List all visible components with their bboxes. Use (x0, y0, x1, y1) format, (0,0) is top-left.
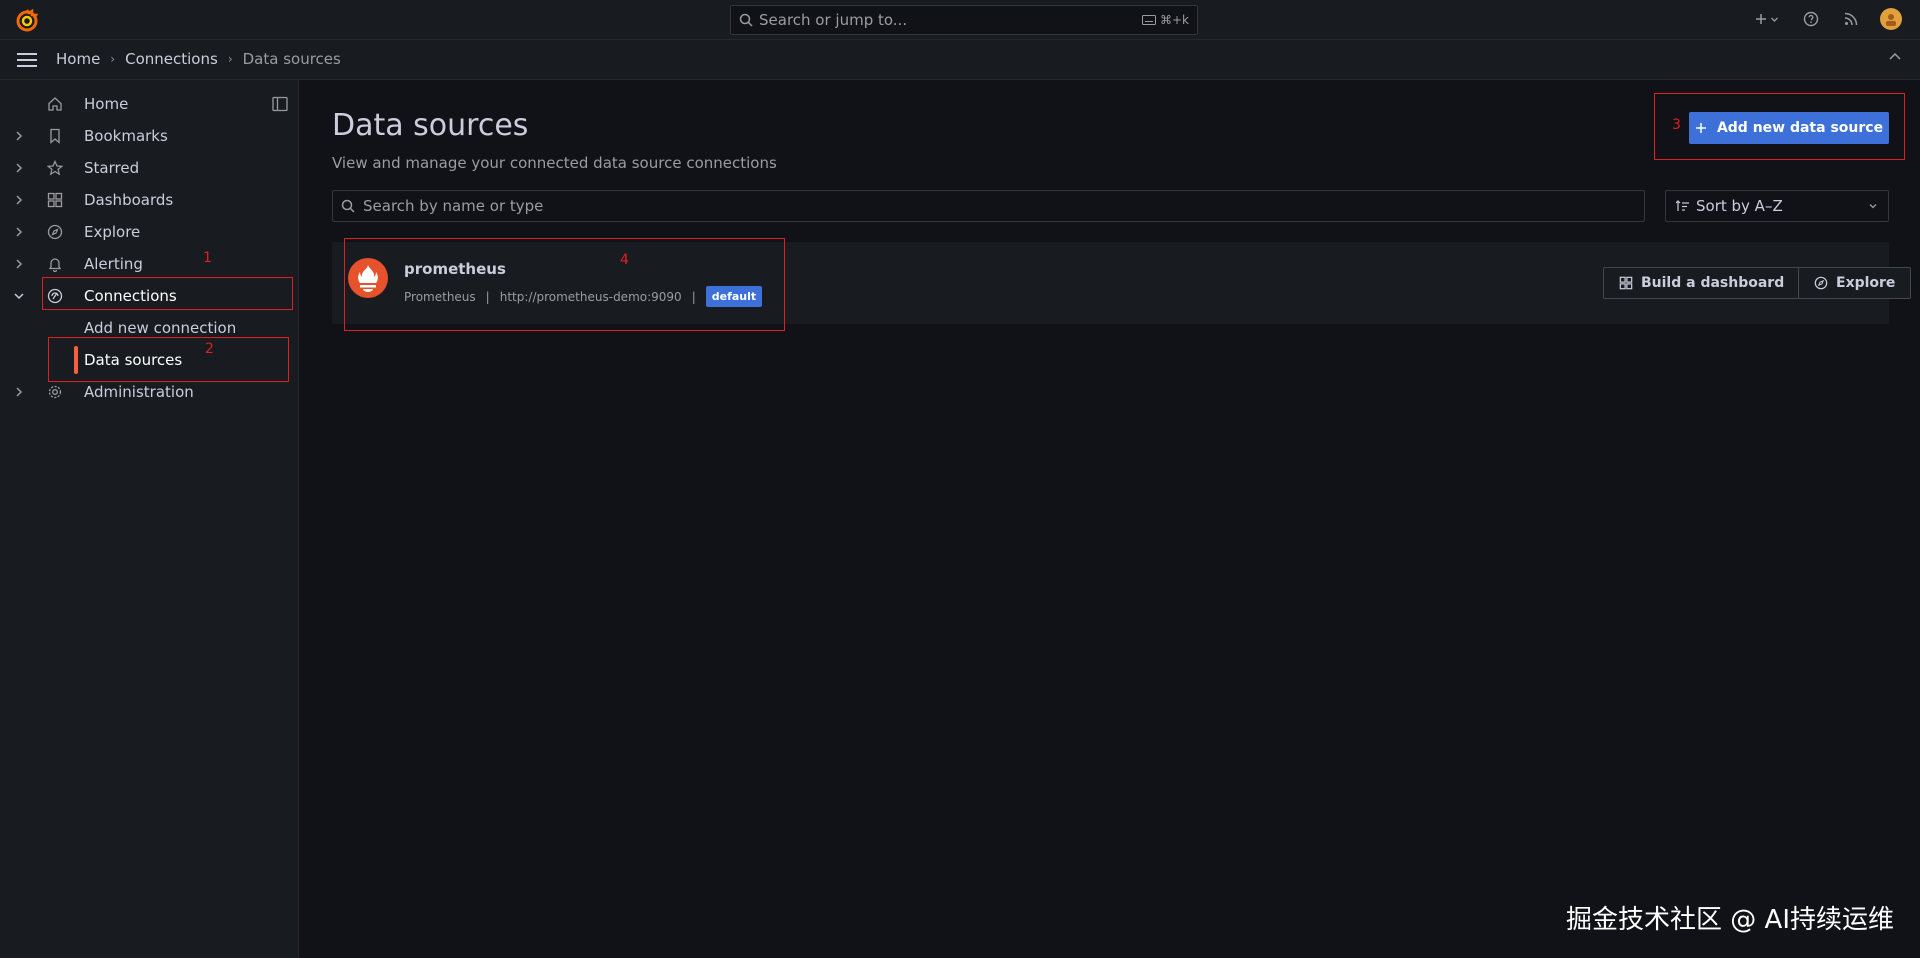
annotation-box-4 (344, 238, 785, 331)
menu-icon[interactable] (16, 51, 38, 69)
watermark-text: 掘金技术社区 @ AI持续运维 (1566, 905, 1894, 935)
news-button[interactable] (1840, 8, 1862, 30)
chevron-right-icon[interactable] (13, 226, 25, 238)
keyboard-shortcut: ⌘+k (1141, 13, 1189, 27)
plus-icon (1695, 123, 1706, 133)
add-button-label: Add new data source (1716, 120, 1884, 136)
breadcrumb-connections[interactable]: Connections (125, 50, 218, 68)
sort-select[interactable]: Sort by A–Z (1665, 190, 1889, 222)
sort-icon (1676, 200, 1689, 211)
chevron-right-icon[interactable] (13, 130, 25, 142)
annotation-number-3: 3 (1672, 117, 1681, 133)
annotation-box-1 (42, 277, 293, 310)
bell-icon (48, 258, 62, 272)
search-placeholder: Search or jump to... (759, 11, 908, 29)
search-icon (739, 13, 753, 27)
chevron-right-icon[interactable] (13, 386, 25, 398)
grafana-logo-icon[interactable] (14, 7, 40, 33)
explore-button[interactable]: Explore (1798, 267, 1912, 299)
sidebar-item-label: Explore (84, 223, 141, 241)
sidebar-item-label: Administration (84, 383, 194, 401)
top-search-input[interactable]: Search or jump to... ⌘+k (730, 5, 1198, 35)
dashboards-icon (47, 192, 63, 208)
breadcrumb-home[interactable]: Home (56, 50, 100, 68)
chevron-down-icon (1771, 17, 1778, 22)
sort-label: Sort by A–Z (1696, 197, 1783, 215)
help-button[interactable] (1800, 8, 1822, 30)
search-icon (341, 199, 355, 213)
breadcrumb-separator: › (110, 52, 116, 66)
help-icon (1803, 11, 1819, 27)
build-dashboard-button[interactable]: Build a dashboard (1603, 267, 1801, 299)
sidebar-item-bookmarks[interactable]: Bookmarks (0, 120, 299, 152)
breadcrumb-separator: › (227, 52, 233, 66)
avatar-icon (1886, 14, 1896, 26)
chevron-right-icon[interactable] (13, 258, 25, 270)
sidebar-item-explore[interactable]: Explore (0, 216, 299, 248)
chevron-down-icon[interactable] (13, 290, 25, 302)
sidebar-item-starred[interactable]: Starred (0, 152, 299, 184)
explore-label: Explore (1836, 275, 1896, 291)
sidebar-item-label: Starred (84, 159, 140, 177)
breadcrumb: Home › Connections › Data sources (56, 50, 341, 68)
page-subtitle: View and manage your connected data sour… (332, 154, 777, 172)
gear-icon (48, 385, 62, 399)
sidebar-item-label: Home (84, 95, 129, 113)
chevron-right-icon[interactable] (13, 194, 25, 206)
plus-icon (1756, 14, 1766, 24)
rss-icon (1844, 12, 1858, 26)
datasource-search-input[interactable]: Search by name or type (332, 190, 1645, 222)
new-menu-button[interactable] (1752, 8, 1782, 30)
chevron-up-icon[interactable] (1888, 50, 1902, 64)
compass-icon (1814, 276, 1828, 290)
sidebar-item-label: Alerting (84, 255, 143, 273)
main-content: Data sources View and manage your connec… (300, 80, 1920, 958)
home-icon (48, 97, 62, 111)
breadcrumb-data-sources: Data sources (242, 50, 341, 68)
add-new-data-source-button[interactable]: Add new data source (1689, 112, 1889, 144)
keyboard-icon (1141, 15, 1156, 25)
sidebar-item-dashboards[interactable]: Dashboards (0, 184, 299, 216)
sidebar: Home Bookmarks Starred Dashboards Explor… (0, 80, 299, 958)
annotation-number-4: 4 (620, 252, 629, 268)
search-placeholder: Search by name or type (363, 197, 544, 215)
sidebar-item-label: Dashboards (84, 191, 174, 209)
page-title: Data sources (332, 108, 529, 143)
bookmark-icon (50, 128, 60, 144)
dashboards-icon (1619, 276, 1633, 290)
annotation-number-2: 2 (205, 341, 214, 357)
build-dashboard-label: Build a dashboard (1641, 275, 1785, 291)
user-avatar[interactable] (1880, 8, 1902, 30)
sidebar-item-administration[interactable]: Administration (0, 376, 299, 408)
compass-icon (47, 224, 63, 240)
star-icon (47, 160, 63, 176)
chevron-down-icon (1869, 204, 1877, 209)
sidebar-item-alerting[interactable]: Alerting (0, 248, 299, 280)
top-bar: Search or jump to... ⌘+k (0, 0, 1920, 40)
sidebar-item-label: Bookmarks (84, 127, 168, 145)
sidebar-item-home[interactable]: Home (0, 88, 299, 120)
sidebar-subitem-add-new-connection[interactable]: Add new connection (84, 319, 236, 337)
chevron-right-icon[interactable] (13, 162, 25, 174)
shortcut-text: ⌘+k (1159, 13, 1189, 27)
breadcrumb-bar: Home › Connections › Data sources (0, 40, 1920, 80)
annotation-number-1: 1 (203, 250, 212, 266)
